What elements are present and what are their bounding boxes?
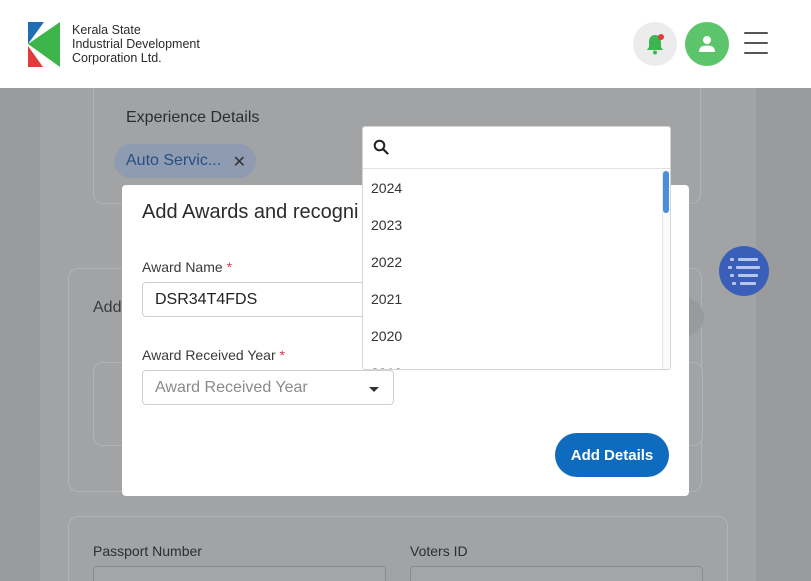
search-icon [373,139,389,155]
award-year-label: Award Received Year * [142,347,285,363]
org-name-line-2: Industrial Development [72,37,200,51]
award-year-placeholder: Award Received Year [155,378,308,396]
year-option[interactable]: 2020 [363,318,663,355]
award-name-label-text: Award Name [142,259,223,275]
experience-title: Experience Details [126,109,260,126]
top-header: Kerala State Industrial Development Corp… [0,0,811,88]
award-name-value: DSR34T4FDS [155,290,258,308]
ksidc-logo [28,22,60,67]
year-option[interactable]: 2024 [363,170,663,207]
experience-chip-label: Auto Servic... [126,152,222,169]
hamburger-icon[interactable] [744,32,768,54]
voters-id-label: Voters ID [410,543,468,559]
bell-icon [647,34,664,55]
modal-title: Add Awards and recogni [142,201,359,223]
notifications-button[interactable] [633,22,677,66]
profile-button[interactable] [685,22,729,66]
year-option[interactable]: 2023 [363,207,663,244]
required-mark: * [279,347,285,363]
award-year-select[interactable]: Award Received Year [142,370,394,405]
caret-down-icon [369,387,379,392]
passport-input[interactable]: PASSPORT NUMBER [93,566,386,581]
experience-chip[interactable]: Auto Servic... ✕ [114,144,256,178]
year-option[interactable]: 2022 [363,244,663,281]
dropdown-scroll-thumb[interactable] [663,171,669,213]
org-name-line-1: Kerala State [72,23,141,37]
passport-label: Passport Number [93,543,202,559]
list-menu-button[interactable] [719,246,769,296]
awards-section-title: Add [93,299,122,316]
year-option[interactable]: 2019 [363,355,663,369]
org-name-line-3: Corporation Ltd. [72,51,162,65]
close-icon[interactable]: ✕ [233,152,246,172]
voters-id-input[interactable]: VOTERS ID [410,566,703,581]
required-mark: * [226,259,233,275]
award-name-label: Award Name * [142,259,232,275]
organization-name: Kerala State Industrial Development Corp… [72,23,200,65]
add-details-button[interactable]: Add Details [555,433,669,477]
year-dropdown: 2024 2023 2022 2021 2020 2019 [362,126,671,370]
year-options-list: 2024 2023 2022 2021 2020 2019 [363,170,663,369]
year-option[interactable]: 2021 [363,281,663,318]
user-icon [699,36,715,52]
dropdown-search[interactable] [363,127,670,169]
award-name-input[interactable]: DSR34T4FDS [142,282,392,317]
award-year-label-text: Award Received Year [142,347,276,363]
